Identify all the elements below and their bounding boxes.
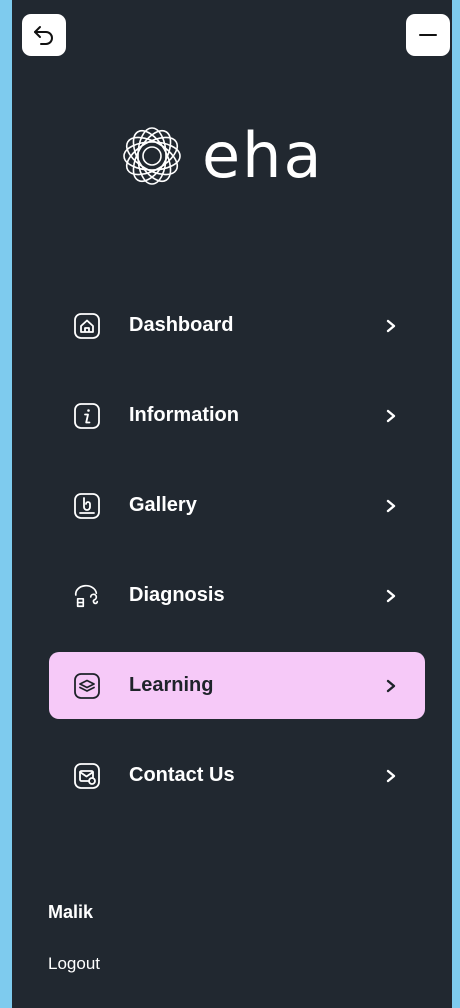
home-icon [73, 312, 101, 340]
info-icon [73, 402, 101, 430]
menu-item-contact-us[interactable]: Contact Us [49, 742, 425, 809]
chevron-right-icon [383, 318, 399, 334]
undo-arrow-icon [34, 26, 53, 45]
minimize-button[interactable] [406, 14, 450, 56]
menu-item-label: Learning [129, 674, 214, 696]
chevron-right-icon [383, 408, 399, 424]
menu-item-diagnosis[interactable]: Diagnosis [49, 562, 425, 629]
chevron-right-icon [383, 588, 399, 604]
chevron-right-icon [383, 768, 399, 784]
menu-item-dashboard[interactable]: Dashboard [49, 292, 425, 359]
main-menu: Dashboard Information Gallery Diagnosis … [49, 292, 425, 832]
menu-item-learning[interactable]: Learning [49, 652, 425, 719]
learning-icon [73, 672, 101, 700]
intertwined-rings-icon [123, 127, 181, 185]
user-name: Malik [48, 902, 94, 922]
menu-item-label: Dashboard [129, 314, 234, 336]
chevron-right-icon [383, 498, 399, 514]
diagnosis-icon [73, 582, 101, 610]
brand-name: eha [202, 119, 324, 192]
menu-item-information[interactable]: Information [49, 382, 425, 449]
brand-logo: eha [118, 122, 323, 190]
back-button[interactable] [22, 14, 66, 56]
side-navigation-panel: eha Dashboard Information Gallery Diagno… [12, 0, 452, 1008]
gallery-icon [73, 492, 101, 520]
menu-item-label: Contact Us [129, 764, 235, 786]
contact-icon [73, 762, 101, 790]
menu-item-label: Information [129, 404, 239, 426]
menu-item-gallery[interactable]: Gallery [49, 472, 425, 539]
logout-link[interactable]: Logout [48, 954, 100, 974]
menu-item-label: Gallery [129, 494, 197, 516]
chevron-right-icon [383, 678, 399, 694]
menu-item-label: Diagnosis [129, 584, 225, 606]
minus-icon [419, 34, 437, 36]
